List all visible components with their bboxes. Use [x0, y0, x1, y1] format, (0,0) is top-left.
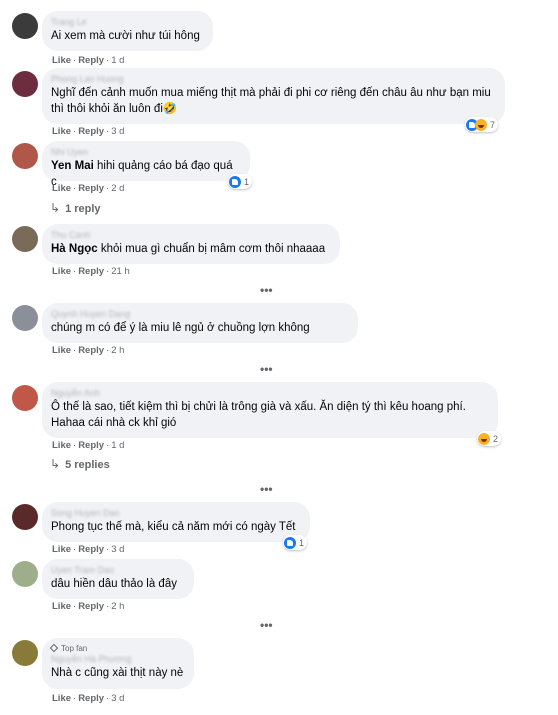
more-replies-dots[interactable]: ••• — [260, 283, 273, 297]
mentioned-user[interactable]: Yen Mai — [51, 160, 94, 172]
comment-text: Phong tục thế mà, kiểu cả năm mới có ngà… — [51, 521, 296, 533]
reply-button[interactable]: Reply — [78, 345, 104, 356]
avatar[interactable] — [12, 561, 38, 587]
like-button[interactable]: Like — [52, 183, 71, 194]
reply-button[interactable]: Reply — [78, 266, 104, 277]
comment-text: Ô thế là sao, tiết kiệm thì bị chửi là t… — [51, 401, 466, 429]
view-replies-link[interactable]: ↳ 5 replies — [50, 457, 110, 471]
avatar[interactable] — [12, 640, 38, 666]
comment-actions: Like · Reply · 1 d — [52, 440, 125, 451]
comment-text: dâu hiền dâu thảo là đây — [51, 578, 177, 590]
like-button[interactable]: Like — [52, 345, 71, 356]
comment-actions: Like · Reply · 1 d — [52, 55, 125, 66]
more-replies-dots[interactable]: ••• — [260, 618, 273, 632]
comment-bubble: Trang Le Ai xem mà cười như túi hông — [42, 11, 213, 51]
comment-actions: Like · Reply · 2 h — [52, 345, 125, 356]
comment-time[interactable]: 21 h — [111, 266, 130, 277]
comment-text: Ai xem mà cười như túi hông — [51, 30, 200, 42]
comment-time[interactable]: 1 d — [111, 55, 124, 66]
comment-time[interactable]: 3 d — [111, 693, 124, 704]
like-reaction-icon — [284, 536, 296, 549]
reply-button[interactable]: Reply — [78, 55, 104, 66]
comment-author[interactable]: Nguyễn Hà Phương — [51, 654, 184, 665]
avatar[interactable] — [12, 143, 38, 169]
comment-text: chúng m có để ý là miu lê ngủ ở chuồng l… — [51, 322, 310, 334]
haha-reaction-icon — [478, 432, 490, 445]
comment-actions: Like · Reply · 2 h — [52, 601, 125, 612]
reply-button[interactable]: Reply — [78, 693, 104, 704]
comment-text: Hà Ngọc khỏi mua gì chuẩn bị mâm cơm thô… — [51, 243, 326, 255]
comment-author[interactable]: Quynh Huyen Dang — [51, 309, 348, 320]
more-replies-dots[interactable]: ••• — [260, 482, 273, 496]
comment-time[interactable]: 2 h — [111, 601, 124, 612]
reply-button[interactable]: Reply — [78, 440, 104, 451]
avatar[interactable] — [12, 226, 38, 252]
comment-author[interactable]: Song Huyen Dao — [51, 508, 300, 519]
comment-time[interactable]: 3 d — [111, 544, 124, 555]
comment-author[interactable]: Uyen Tram Dao — [51, 565, 184, 576]
comment-actions: Like · Reply · 21 h — [52, 266, 130, 277]
reply-arrow-icon: ↳ — [50, 457, 61, 471]
comment-author[interactable]: Trang Le — [51, 17, 203, 28]
comment-actions: Like · Reply · 2 d — [52, 183, 125, 194]
comment-bubble: Nguyễn Anh Ô thế là sao, tiết kiệm thì b… — [42, 382, 498, 438]
reply-button[interactable]: Reply — [78, 544, 104, 555]
comment-bubble: Thu Canh Hà Ngọc khỏi mua gì chuẩn bị mâ… — [42, 224, 340, 264]
reaction-count[interactable]: 7 — [465, 117, 499, 132]
comment-author[interactable]: Thu Canh — [51, 230, 330, 241]
comment-time[interactable]: 1 d — [111, 440, 124, 451]
haha-reaction-icon — [475, 118, 487, 131]
avatar[interactable] — [12, 71, 38, 97]
like-button[interactable]: Like — [52, 693, 71, 704]
reply-button[interactable]: Reply — [78, 183, 104, 194]
reaction-count[interactable]: 1 — [283, 535, 308, 550]
comment-bubble: Nhi Uyen Yen Mai hihi quảng cáo bá đạo q… — [42, 141, 250, 188]
like-button[interactable]: Like — [52, 544, 71, 555]
reply-button[interactable]: Reply — [78, 126, 104, 137]
diamond-icon — [49, 643, 59, 653]
comment-actions: Like · Reply · 3 d — [52, 126, 125, 137]
comment-actions: Like · Reply · 3 d — [52, 544, 125, 555]
avatar[interactable] — [12, 13, 38, 39]
like-button[interactable]: Like — [52, 601, 71, 612]
like-button[interactable]: Like — [52, 266, 71, 277]
top-fan-badge: Top fan — [49, 643, 184, 654]
comment-text: Nghĩ đến cảnh muốn mua miếng thịt mà phả… — [51, 87, 491, 115]
comment-bubble: Song Huyen Dao Phong tục thế mà, kiểu cả… — [42, 502, 310, 542]
like-button[interactable]: Like — [52, 440, 71, 451]
comment-bubble: Uyen Tram Dao dâu hiền dâu thảo là đây — [42, 559, 194, 599]
comment-time[interactable]: 2 d — [111, 183, 124, 194]
comment-actions: Like · Reply · 3 d — [52, 693, 125, 704]
reaction-count[interactable]: 2 — [477, 431, 502, 446]
like-button[interactable]: Like — [52, 55, 71, 66]
reply-arrow-icon: ↳ — [50, 201, 61, 215]
view-replies-link[interactable]: ↳ 1 reply — [50, 201, 101, 215]
avatar[interactable] — [12, 385, 38, 411]
comment-author[interactable]: Phong Lan Huong — [51, 74, 495, 85]
reply-button[interactable]: Reply — [78, 601, 104, 612]
avatar[interactable] — [12, 504, 38, 530]
reaction-count[interactable]: 1 — [228, 174, 253, 189]
avatar[interactable] — [12, 305, 38, 331]
comment-bubble: Quynh Huyen Dang chúng m có để ý là miu … — [42, 303, 358, 343]
mentioned-user[interactable]: Hà Ngọc — [51, 243, 98, 255]
comment-author[interactable]: Nhi Uyen — [51, 147, 240, 158]
comment-time[interactable]: 3 d — [111, 126, 124, 137]
like-button[interactable]: Like — [52, 126, 71, 137]
like-reaction-icon — [229, 175, 241, 188]
comment-author[interactable]: Nguyễn Anh — [51, 388, 488, 399]
comment-bubble: Top fan Nguyễn Hà Phương Nhà c cũng xài … — [42, 638, 194, 689]
comment-text: Nhà c cũng xài thịt này nè — [51, 667, 184, 679]
more-replies-dots[interactable]: ••• — [260, 362, 273, 376]
comment-time[interactable]: 2 h — [111, 345, 124, 356]
comment-bubble: Phong Lan Huong Nghĩ đến cảnh muốn mua m… — [42, 68, 505, 124]
